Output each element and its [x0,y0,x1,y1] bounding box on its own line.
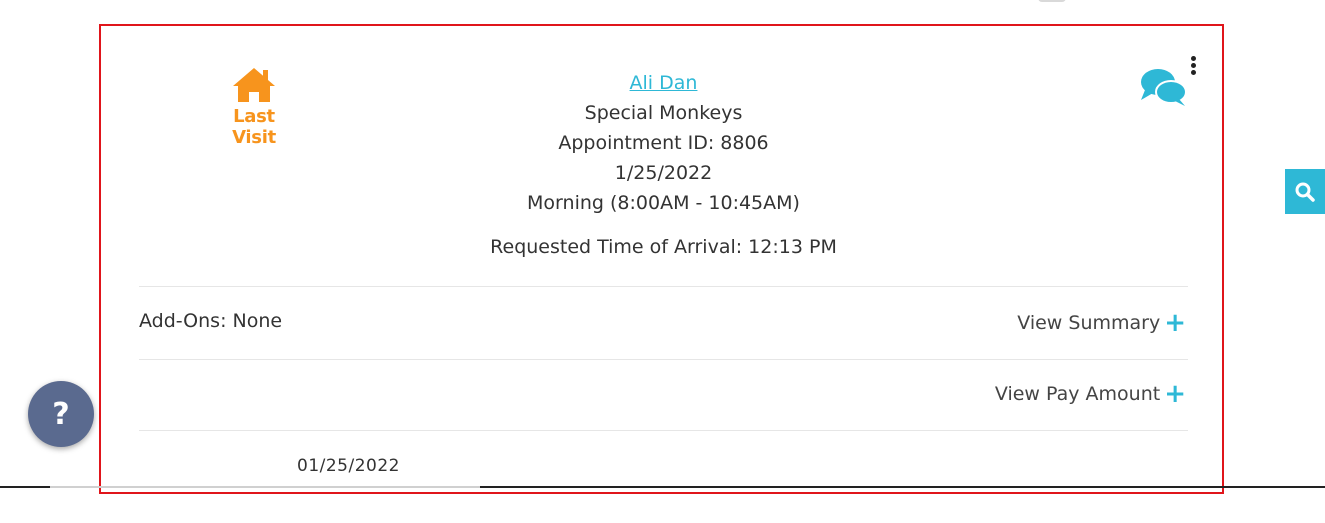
plus-icon: + [1164,308,1186,338]
view-pay-amount-button[interactable]: View Pay Amount + [994,379,1186,409]
add-ons: Add-Ons: None [139,310,283,332]
plus-icon: + [1164,379,1186,409]
view-summary-button[interactable]: View Summary + [1017,308,1186,338]
search-icon [1295,182,1315,202]
appointment-time-window: Morning (8:00AM - 10:45AM) [527,192,800,214]
bottom-border-segment [50,486,480,488]
appointment-details: Ali Dan Special Monkeys Appointment ID: … [101,68,1226,218]
divider [139,286,1188,287]
kebab-menu-icon[interactable] [1187,56,1199,78]
appointment-date: 1/25/2022 [614,162,713,184]
footer-date: 01/25/2022 [297,456,400,476]
pet-name: Special Monkeys [584,102,743,124]
question-mark-icon: ? [52,396,70,432]
client-name-link[interactable]: Ali Dan [630,72,698,94]
appointment-id: Appointment ID: 8806 [558,132,769,154]
view-summary-label: View Summary [1017,312,1161,334]
view-pay-amount-label: View Pay Amount [994,383,1161,405]
divider [139,359,1188,360]
divider [139,430,1188,431]
chat-bubbles-icon[interactable] [1139,66,1189,112]
scroll-thumb[interactable] [1038,0,1066,2]
requested-arrival: Requested Time of Arrival: 12:13 PM [490,236,837,258]
appointment-card: Last Visit Ali Dan Special Monkeys Appoi… [99,24,1224,494]
help-button[interactable]: ? [28,381,94,447]
search-button[interactable] [1285,169,1325,214]
